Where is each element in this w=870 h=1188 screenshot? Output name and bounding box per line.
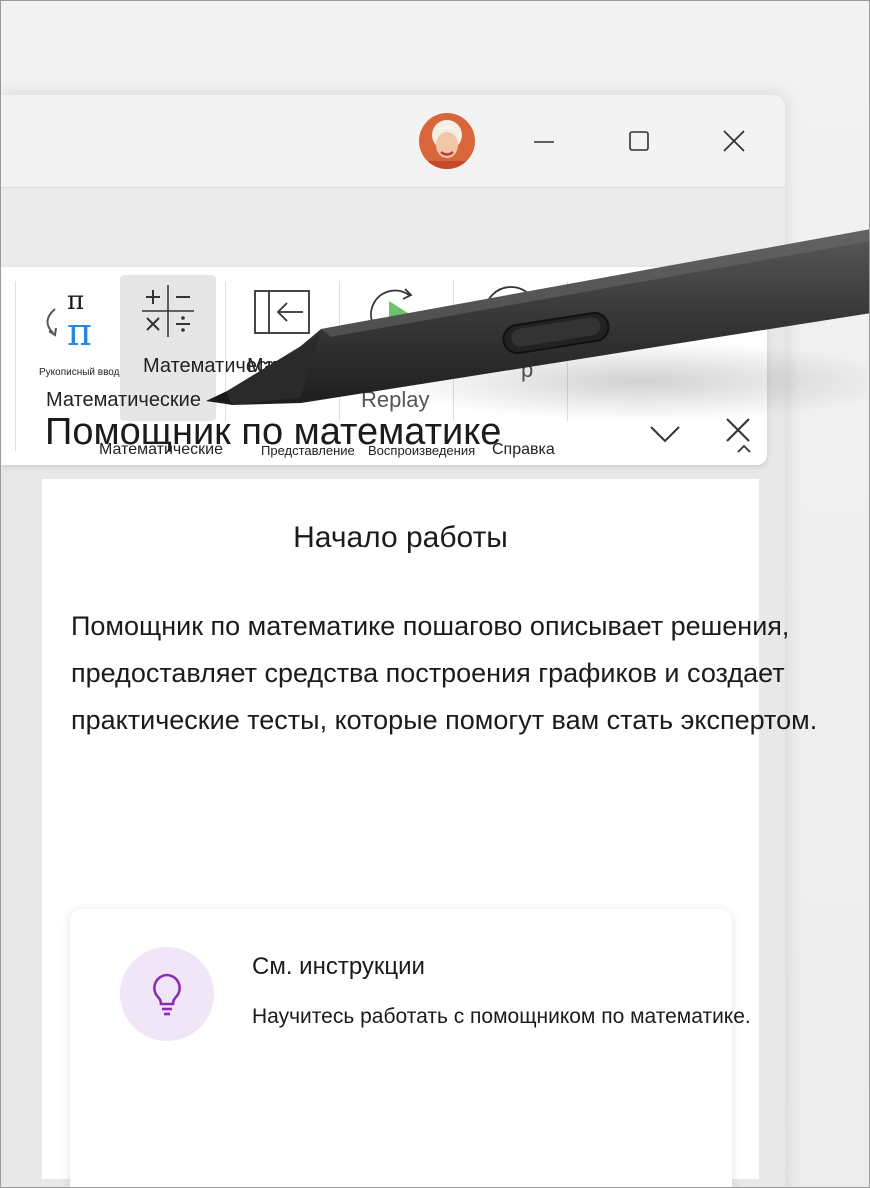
get-started-card: Начало работы Помощник по математике пош… [42,479,817,1187]
help-icon [484,286,538,340]
hint-subtitle: Научитесь работать с помощником по матем… [252,1005,751,1028]
close-icon [723,130,745,152]
maximize-button[interactable] [619,123,659,159]
get-started-title: Начало работы [293,521,508,554]
ribbon-divider [225,281,226,421]
ribbon-divider [567,281,568,421]
minimize-button[interactable] [524,123,564,159]
ink-math-label: Рукописный ввод в [39,367,128,378]
title-bar [1,95,785,188]
help-button[interactable]: p [467,277,563,417]
close-icon [726,418,750,442]
svg-text:π: π [67,310,92,353]
ink-to-math-button[interactable]: π π Рукописный ввод в [31,277,128,387]
ribbon-divider [339,281,340,421]
description-text: Помощник по математике пошагово описывае… [71,611,818,735]
app-window: π π Рукописный ввод в Математические Мат… [1,95,817,1187]
menu-bar [1,188,785,268]
replay-label: Replay [361,387,430,412]
minimize-icon [534,141,554,143]
maximize-icon [629,131,649,151]
help-label: p [521,357,534,382]
hint-title: См. инструкции [252,953,425,980]
ribbon-divider [453,281,454,421]
hint-card[interactable]: См. инструкции Научитесь работать с помо… [70,909,751,1187]
replay-icon [370,288,420,340]
ribbon-divider [15,281,16,451]
view-button[interactable]: Математические [237,277,402,417]
replay-button[interactable]: Replay [351,277,447,417]
math-symbols-icon [142,285,194,337]
math-button-label: Математические [46,389,201,411]
user-avatar[interactable] [419,113,475,169]
lightbulb-icon [153,973,181,1016]
pi-ink-icon: π π [46,286,92,353]
chevron-down-icon [650,426,680,443]
bulb-badge [120,947,214,1041]
view-panel-icon [254,290,310,334]
screenshot-frame: π π Рукописный ввод в Математические Мат… [0,0,870,1188]
close-window-button[interactable] [714,123,754,159]
panel-title: Помощник по математике [45,411,502,453]
panel-close-button[interactable] [723,415,753,445]
